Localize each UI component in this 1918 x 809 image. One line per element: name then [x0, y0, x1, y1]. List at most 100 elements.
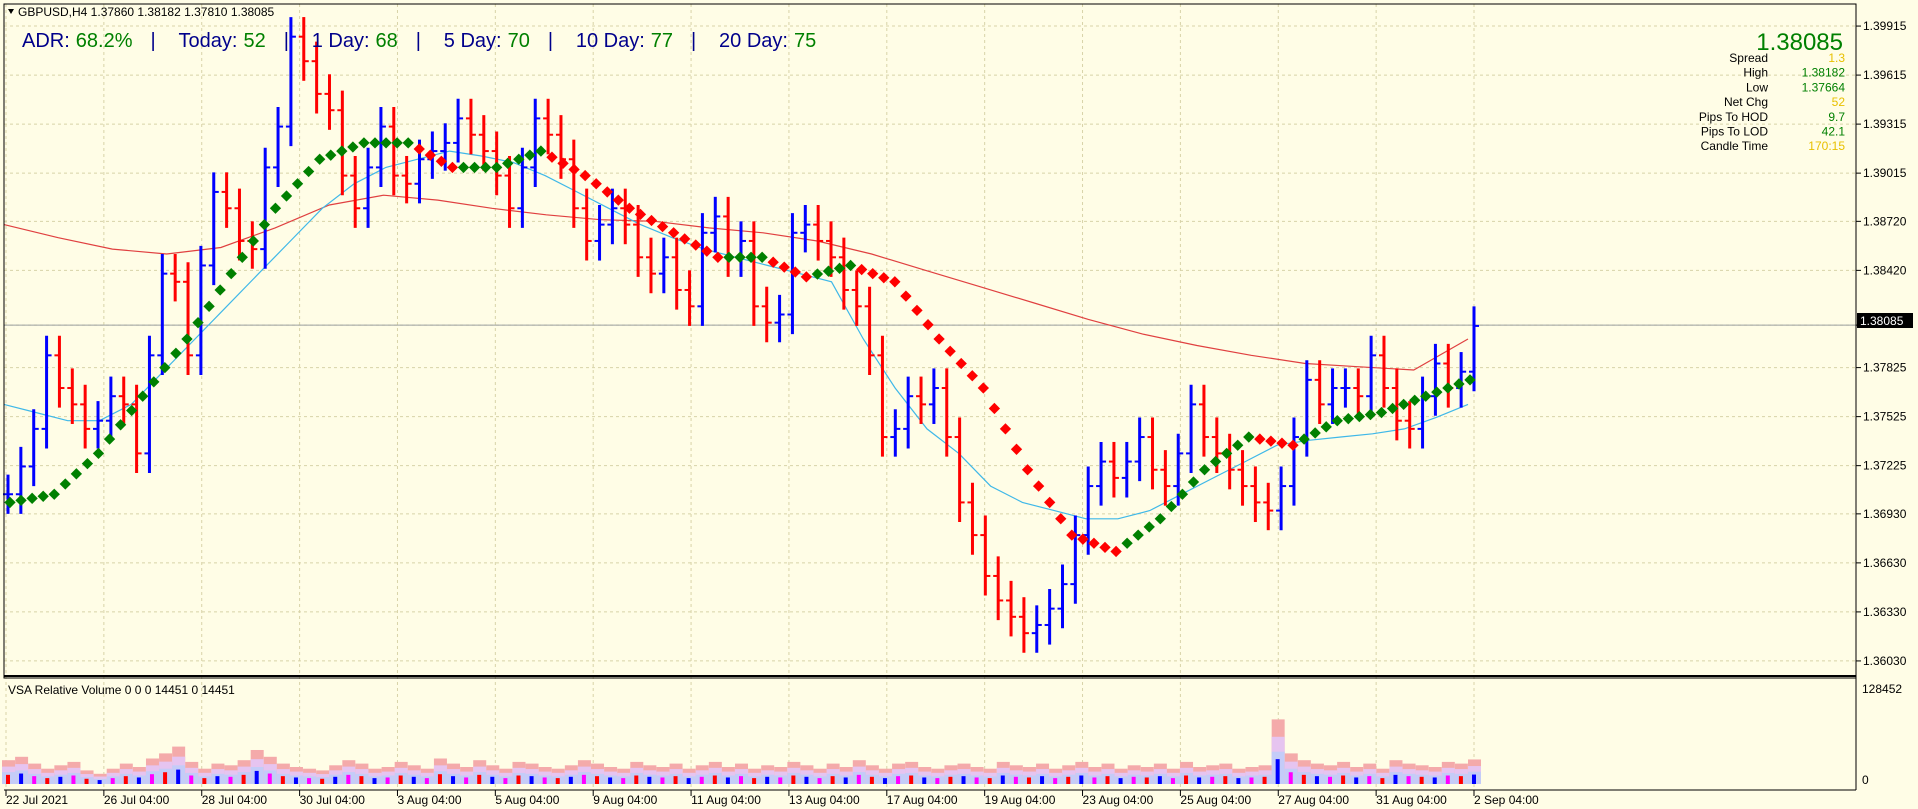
ohlc-bar: [993, 556, 1004, 621]
volume-value: [699, 776, 704, 784]
trend-dot: [734, 251, 746, 263]
volume-value: [1092, 777, 1097, 784]
trend-dot: [1243, 431, 1255, 443]
trend-dot: [347, 141, 359, 153]
volume-bar: [905, 761, 919, 784]
ohlc-bar: [234, 188, 245, 261]
volume-bar: [381, 766, 395, 784]
volume-value: [555, 778, 560, 784]
info-value: 52: [1832, 95, 1846, 109]
ohlc-bar: [1404, 401, 1415, 449]
volume-bar: [970, 766, 984, 784]
volume-value: [778, 777, 783, 784]
volume-bar: [826, 763, 840, 784]
volume-bar: [1350, 766, 1364, 784]
volume-bar: [1363, 763, 1377, 784]
ohlc-bar: [105, 376, 116, 441]
volume-value: [464, 777, 469, 784]
volume-value: [529, 776, 534, 784]
x-tick-label: 11 Aug 04:00: [691, 793, 761, 807]
ohlc-bar: [478, 115, 489, 171]
volume-value: [1393, 774, 1398, 784]
volume-bar: [407, 765, 421, 784]
ohlc-bar: [1018, 597, 1029, 653]
volume-value: [1458, 776, 1463, 784]
adr-bar: ADR: 68.2% | Today: 52 | 1 Day: 68 | 5 Day: 70 | 10 …: [22, 30, 816, 52]
dropdown-arrow-icon[interactable]: [8, 9, 14, 14]
volume-value: [333, 776, 338, 784]
trend-dot: [1055, 513, 1067, 525]
adr-separator: |: [284, 30, 289, 52]
volume-value: [1026, 777, 1031, 784]
volume-min-label: 0: [1862, 773, 1869, 787]
volume-bar: [420, 768, 434, 784]
volume-bar: [28, 763, 42, 784]
trend-dot: [1442, 382, 1454, 394]
trend-dot: [457, 161, 470, 174]
volume-value: [909, 775, 914, 784]
volume-bar: [198, 768, 212, 784]
x-tick-label: 17 Aug 04:00: [887, 793, 958, 807]
ohlc-bar: [465, 98, 476, 155]
volume-bar: [839, 766, 853, 784]
adr-label: 20 Day:: [719, 30, 788, 52]
ohlc-bar: [1224, 433, 1235, 490]
x-tick-label: 13 Aug 04:00: [789, 793, 860, 807]
volume-value: [437, 774, 442, 784]
volume-value: [84, 778, 89, 784]
chart-window: 1.39915 1.39615 1.39315 1.39015 1.38720 1.384…: [0, 0, 1918, 809]
volume-bar: [1022, 766, 1036, 784]
ohlc-bar: [144, 335, 155, 473]
ohlc-bar: [1378, 335, 1389, 408]
ohlc-bar: [697, 213, 708, 326]
volume-bar: [54, 765, 68, 784]
trend-dot: [1143, 521, 1155, 533]
price-bars: [3, 17, 1479, 653]
volume-bar: [1297, 760, 1311, 784]
ohlc-bar: [800, 205, 811, 253]
trend-dot: [933, 333, 945, 345]
ohlc-bar: [363, 147, 374, 228]
volume-value: [1223, 776, 1228, 784]
volume-value: [398, 775, 403, 784]
info-label: Candle Time: [1701, 139, 1769, 153]
trend-dot: [26, 492, 38, 504]
trend-dot: [1254, 433, 1266, 445]
volume-bar: [1062, 765, 1076, 784]
ohlc-bar: [555, 115, 566, 179]
trend-dot: [966, 370, 978, 382]
volume-bar: [368, 768, 382, 784]
volume-bar: [1454, 763, 1468, 784]
volume-bar: [878, 768, 892, 784]
ohlc-bar: [337, 90, 348, 196]
x-tick-label: 23 Aug 04:00: [1083, 793, 1154, 807]
volume-bar: [1441, 761, 1455, 784]
ohlc-bar: [1121, 441, 1132, 498]
volume-value: [752, 778, 757, 784]
volume-value: [1406, 776, 1411, 784]
volume-value: [1053, 778, 1058, 784]
ohlc-bar: [54, 335, 65, 408]
volume-bar: [1127, 765, 1141, 784]
volume-bar: [512, 761, 526, 784]
volume-bar: [682, 768, 696, 784]
volume-value: [595, 776, 600, 784]
trend-dot: [70, 468, 83, 480]
chart-canvas[interactable]: 1.39915 1.39615 1.39315 1.39015 1.38720 1.384…: [0, 0, 1918, 809]
ohlc-bar: [1160, 450, 1171, 506]
volume-value: [1262, 776, 1267, 784]
ohlc-bar: [543, 98, 554, 155]
volume-value: [346, 774, 351, 784]
trend-dot: [1154, 513, 1166, 525]
volume-bar: [276, 763, 290, 784]
volume-bar: [918, 766, 932, 784]
volume-bar: [892, 763, 906, 784]
adr-value: 70: [508, 30, 530, 52]
volume-value: [647, 776, 652, 784]
ohlc-bar: [941, 368, 952, 457]
volume-bar: [237, 760, 251, 784]
trend-dot: [325, 149, 337, 161]
trend-dot: [269, 202, 282, 214]
ohlc-bar: [530, 98, 541, 188]
volume-bar: [721, 766, 735, 784]
